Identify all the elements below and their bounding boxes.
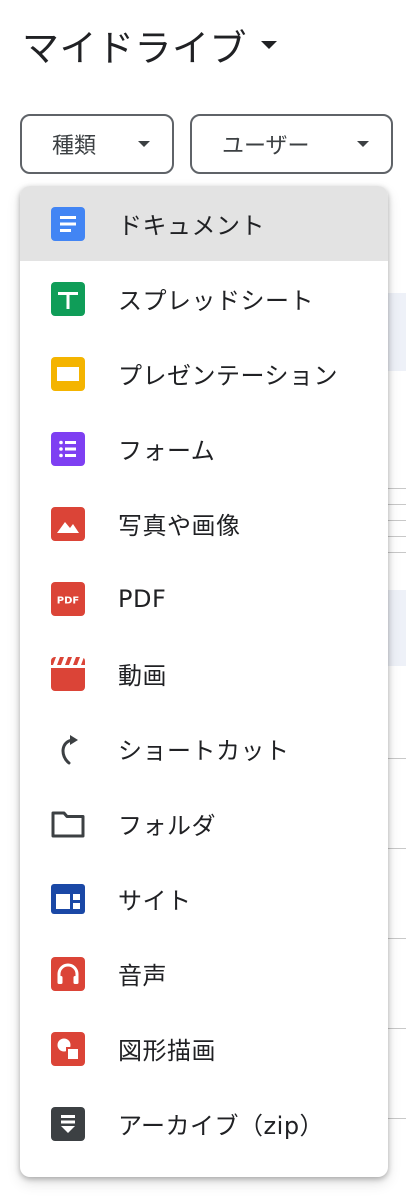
archive-icon — [51, 1107, 85, 1141]
menu-item-label: スプレッドシート — [118, 287, 314, 315]
menu-item-label: サイト — [118, 887, 192, 915]
menu-item-images[interactable]: 写真や画像 — [20, 486, 388, 561]
menu-item-docs[interactable]: ドキュメント — [20, 186, 388, 261]
menu-item-label: 写真や画像 — [118, 512, 241, 540]
type-filter-chip[interactable]: 種類 — [20, 114, 174, 174]
menu-item-audio[interactable]: 音声 — [20, 936, 388, 1011]
filter-bar: 種類 ユーザー — [20, 114, 393, 174]
menu-item-archive[interactable]: アーカイブ（zip） — [20, 1086, 388, 1161]
menu-item-label: プレゼンテーション — [118, 362, 339, 390]
drawings-icon — [51, 1032, 85, 1066]
user-filter-chip[interactable]: ユーザー — [190, 114, 393, 174]
user-filter-label: ユーザー — [222, 134, 310, 159]
background-row — [386, 590, 406, 666]
background-divider — [386, 536, 406, 537]
menu-item-label: ドキュメント — [118, 212, 265, 240]
menu-item-shortcut[interactable]: ショートカット — [20, 711, 388, 786]
background-divider — [386, 758, 406, 759]
menu-item-label: 音声 — [118, 962, 167, 990]
menu-item-label: フォルダ — [118, 812, 216, 840]
type-filter-label: 種類 — [52, 134, 97, 159]
image-icon — [51, 507, 85, 541]
menu-item-label: フォーム — [118, 437, 216, 465]
sheets-icon — [51, 282, 85, 316]
menu-item-label: ショートカット — [118, 737, 290, 765]
menu-item-slides[interactable]: プレゼンテーション — [20, 336, 388, 411]
menu-item-pdf[interactable]: PDF PDF — [20, 561, 388, 636]
background-divider — [386, 1028, 406, 1029]
svg-text:PDF: PDF — [57, 596, 79, 607]
forms-icon — [51, 432, 85, 466]
menu-item-sheets[interactable]: スプレッドシート — [20, 261, 388, 336]
background-divider — [386, 520, 406, 521]
menu-item-label: PDF — [118, 584, 167, 613]
background-divider — [386, 504, 406, 505]
folder-icon — [51, 811, 85, 838]
menu-item-label: 動画 — [118, 662, 167, 690]
menu-item-sites[interactable]: サイト — [20, 861, 388, 936]
caret-down-icon[interactable] — [261, 41, 277, 49]
background-row — [386, 293, 406, 371]
menu-item-drawings[interactable]: 図形描画 — [20, 1011, 388, 1086]
menu-item-video[interactable]: 動画 — [20, 636, 388, 711]
shortcut-icon — [61, 735, 78, 765]
chevron-down-icon — [138, 141, 150, 147]
type-filter-menu: ドキュメント スプレッドシート プレゼンテーション フォーム 写真や画像 PDF… — [20, 186, 388, 1177]
menu-item-label: アーカイブ（zip） — [118, 1112, 325, 1140]
background-divider — [386, 488, 406, 489]
pdf-icon: PDF — [51, 582, 85, 616]
sites-icon — [51, 884, 85, 914]
menu-item-label: 図形描画 — [118, 1037, 216, 1065]
background-divider — [386, 848, 406, 849]
menu-item-forms[interactable]: フォーム — [20, 411, 388, 486]
menu-item-folder[interactable]: フォルダ — [20, 786, 388, 861]
background-divider — [386, 938, 406, 939]
page-header[interactable]: マイドライブ — [22, 18, 277, 72]
chevron-down-icon — [357, 141, 369, 147]
audio-icon — [51, 957, 85, 991]
slides-icon — [51, 357, 85, 391]
video-icon — [51, 657, 85, 691]
background-divider — [386, 1118, 406, 1119]
page-title: マイドライブ — [22, 27, 247, 70]
background-divider — [386, 552, 406, 553]
docs-icon — [51, 207, 85, 241]
